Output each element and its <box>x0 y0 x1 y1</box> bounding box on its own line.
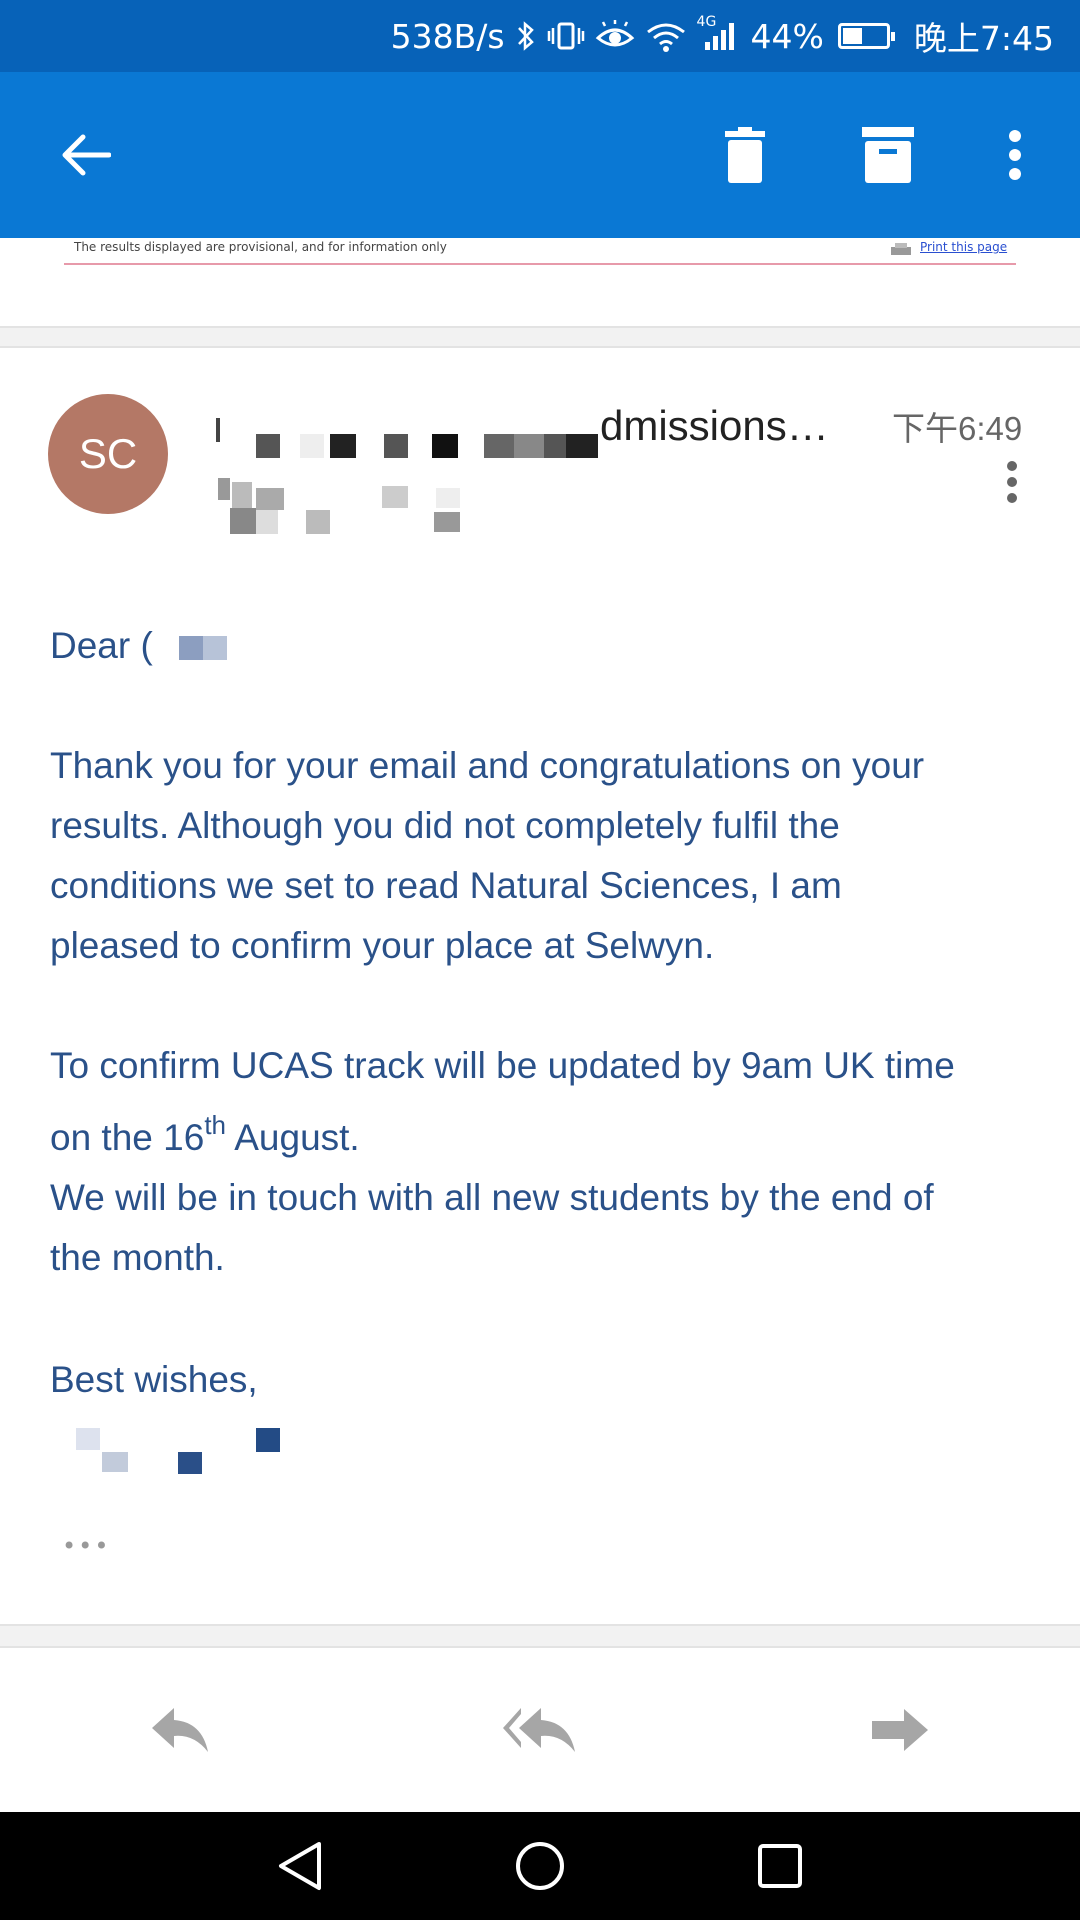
archive-icon <box>862 127 914 183</box>
paragraph-line: Thank you for your email and congratulat… <box>50 745 925 786</box>
paragraph-2: To confirm UCAS track will be updated by… <box>50 1036 955 1288</box>
more-options-button[interactable] <box>985 72 1045 238</box>
signal-icon: 4G <box>697 14 741 52</box>
circle-home-icon <box>516 1842 564 1890</box>
status-bar: 538B/s 4G 44% 晚上7:45 <box>0 0 1080 72</box>
provisional-notice: The results displayed are provisional, a… <box>74 240 447 254</box>
back-arrow-icon <box>62 134 111 176</box>
paragraph-line: conditions we set to read Natural Scienc… <box>50 865 842 906</box>
nav-recents-button[interactable] <box>750 1836 810 1896</box>
paragraph-line: on the 16th August. <box>50 1108 955 1168</box>
greeting: Dear ( <box>50 616 228 678</box>
network-type-label: 4G <box>696 14 717 30</box>
paragraph-line: We will be in touch with all new student… <box>50 1177 934 1218</box>
bottom-action-bar <box>0 1648 1080 1812</box>
message-separator <box>0 326 1080 348</box>
bluetooth-icon <box>515 20 537 52</box>
battery-icon <box>834 23 895 49</box>
wifi-icon <box>645 20 687 52</box>
paragraph-line: pleased to confirm your place at Selwyn. <box>50 925 715 966</box>
signoff: Best wishes, <box>50 1359 258 1400</box>
paragraph-1: Thank you for your email and congratulat… <box>50 736 924 976</box>
print-link[interactable]: Print this page <box>920 240 1007 254</box>
date-prefix: on the 16 <box>50 1117 205 1158</box>
quoted-message: The results displayed are provisional, a… <box>0 238 1080 328</box>
show-quoted-button[interactable]: ••• <box>62 1532 110 1560</box>
more-vert-icon <box>1007 461 1017 503</box>
more-vert-icon <box>1009 130 1021 180</box>
system-nav-bar <box>0 1812 1080 1920</box>
eye-comfort-icon <box>595 20 635 52</box>
sender-name[interactable]: dmissions… <box>600 402 829 450</box>
bottom-separator <box>0 1624 1080 1648</box>
date-ordinal: th <box>204 1110 226 1140</box>
trash-icon <box>725 127 765 183</box>
archive-button[interactable] <box>843 72 933 238</box>
forward-icon <box>872 1709 928 1751</box>
nav-home-button[interactable] <box>510 1836 570 1896</box>
vibrate-icon <box>547 20 585 52</box>
date-suffix: August. <box>226 1117 360 1158</box>
square-recents-icon <box>758 1844 802 1888</box>
divider <box>64 263 1016 265</box>
battery-percent: 44% <box>750 16 824 56</box>
network-speed: 538B/s <box>390 16 505 56</box>
reply-icon <box>152 1708 208 1752</box>
reply-all-button[interactable] <box>496 1698 582 1762</box>
forward-button[interactable] <box>860 1698 940 1762</box>
message-more-button[interactable] <box>1006 460 1030 506</box>
reply-button[interactable] <box>140 1698 220 1762</box>
clock: 晚上7:45 <box>913 19 1054 58</box>
back-button[interactable] <box>40 72 130 238</box>
avatar[interactable]: SC <box>48 394 168 514</box>
triangle-back-icon <box>279 1842 321 1890</box>
paragraph-line: To confirm UCAS track will be updated by… <box>50 1045 955 1086</box>
print-icon <box>890 242 912 261</box>
paragraph-line: the month. <box>50 1237 225 1278</box>
greeting-text: Dear ( <box>50 625 153 666</box>
message-time: 下午6:49 <box>892 410 1023 447</box>
recipient-name-redacted <box>179 618 228 678</box>
delete-button[interactable] <box>700 72 790 238</box>
paragraph-line: results. Although you did not completely… <box>50 805 840 846</box>
reply-all-icon <box>503 1708 575 1752</box>
app-bar <box>0 72 1080 238</box>
nav-back-button[interactable] <box>270 1836 330 1896</box>
